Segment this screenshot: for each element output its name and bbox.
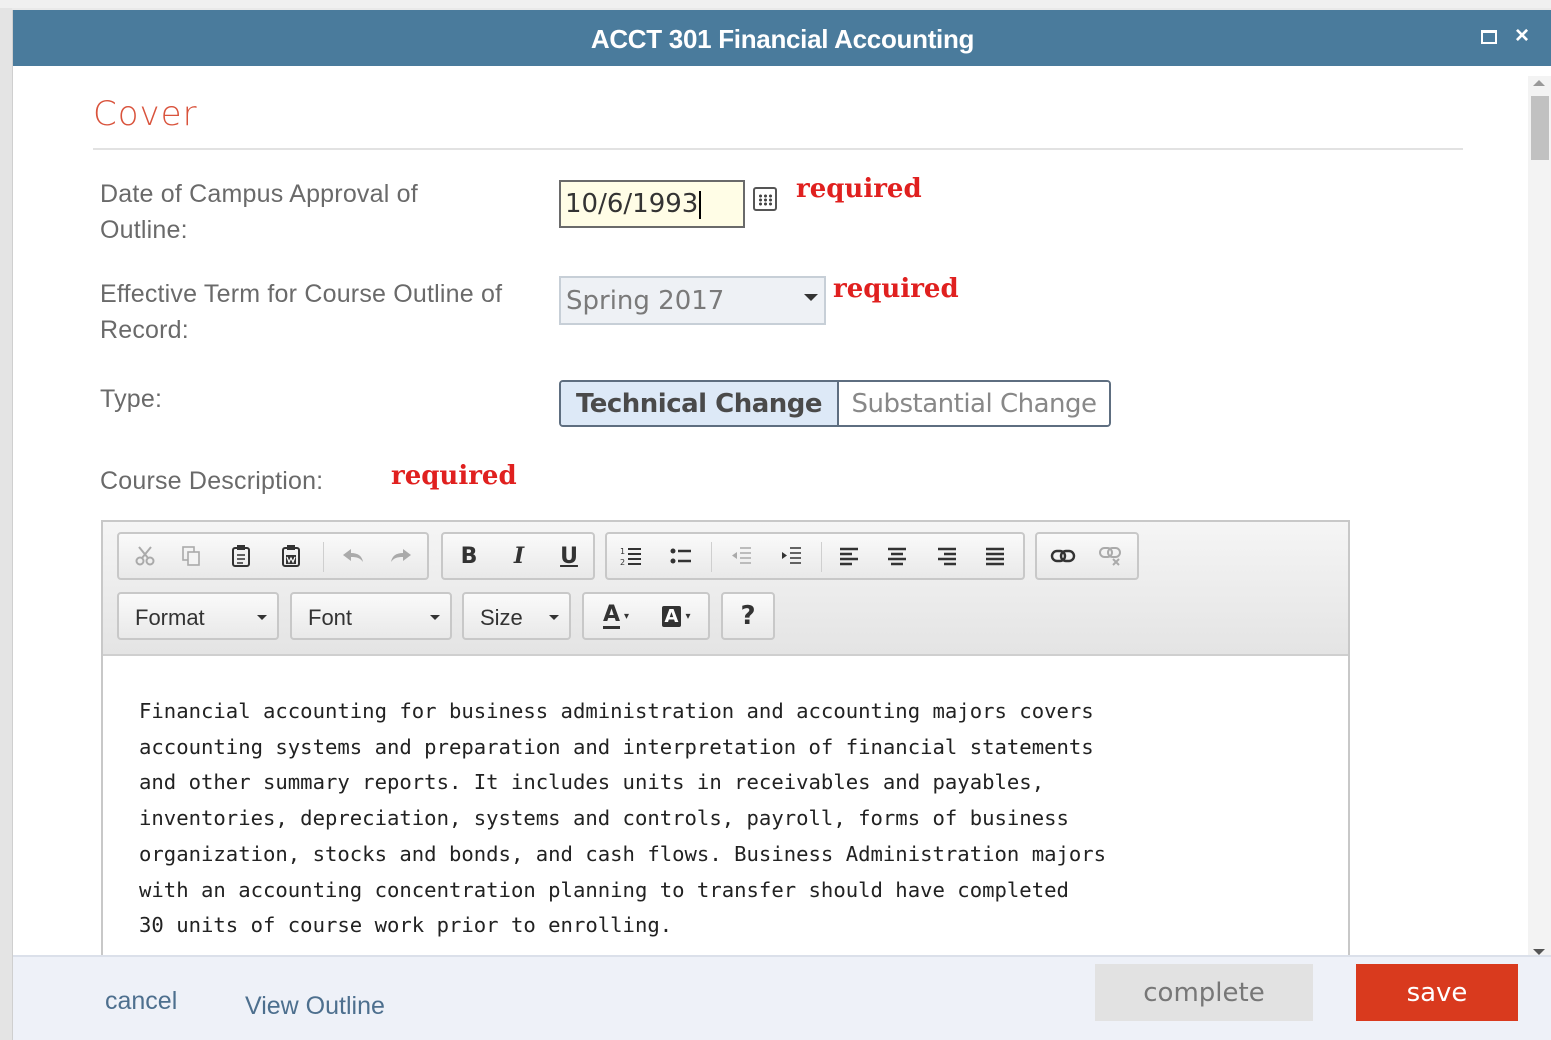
size-dropdown[interactable]: Size <box>462 592 571 640</box>
svg-text:1: 1 <box>620 547 625 556</box>
font-dropdown-label: Font <box>308 605 353 630</box>
align-right-icon[interactable] <box>927 538 967 574</box>
dialog-footer: cancel View Outline complete save <box>13 955 1551 1040</box>
paste-icon[interactable] <box>221 538 261 574</box>
approval-date-value: 10/6/1993 <box>565 189 699 219</box>
effective-term-label: Effective Term for Course Outline of Rec… <box>100 280 503 344</box>
rich-text-editor: B I U 12 Format Font Size A ▾ A ▾ ? Fina… <box>101 520 1350 960</box>
format-dropdown-label: Format <box>135 605 205 630</box>
scrollbar-thumb[interactable] <box>1531 96 1549 160</box>
copy-icon[interactable] <box>171 538 211 574</box>
underline-button[interactable]: U <box>549 538 589 574</box>
unlink-icon[interactable] <box>1091 538 1131 574</box>
course-description-label: Course Description: <box>100 467 324 495</box>
bold-button[interactable]: B <box>449 538 489 574</box>
font-dropdown[interactable]: Font <box>290 592 452 640</box>
course-description-text[interactable]: Financial accounting for business admini… <box>139 694 1289 944</box>
align-left-icon[interactable] <box>829 538 869 574</box>
italic-button[interactable]: I <box>499 538 539 574</box>
toolbar-separator <box>711 542 712 572</box>
help-group: ? <box>721 592 775 640</box>
redo-icon[interactable] <box>381 538 421 574</box>
help-button[interactable]: ? <box>728 598 768 634</box>
chevron-down-icon: ▾ <box>624 610 630 622</box>
text-color-glyph: A <box>602 601 620 629</box>
dialog-title: ACCT 301 Financial Accounting <box>590 24 975 54</box>
effective-term-value: Spring 2017 <box>566 286 725 316</box>
text-color-button[interactable]: A ▾ <box>590 598 642 634</box>
save-button[interactable]: save <box>1356 964 1518 1021</box>
cut-icon[interactable] <box>125 538 165 574</box>
scroll-up-icon[interactable] <box>1533 80 1545 86</box>
text-caret <box>699 190 702 219</box>
calendar-icon[interactable] <box>753 187 777 211</box>
color-group: A ▾ A ▾ <box>582 592 710 640</box>
approval-date-label: Date of Campus Approval of Outline: <box>100 180 418 244</box>
svg-text:2: 2 <box>620 558 625 567</box>
toolbar-separator <box>323 542 324 572</box>
type-toggle-group: Technical Change Substantial Change <box>559 380 1111 427</box>
links-group <box>1035 532 1139 580</box>
background-strip <box>0 0 1551 8</box>
decrease-indent-icon[interactable] <box>721 538 761 574</box>
close-icon[interactable]: × <box>1515 23 1529 49</box>
approval-date-required: required <box>796 174 922 204</box>
view-outline-link[interactable]: View Outline <box>245 992 385 1021</box>
clipboard-group <box>117 532 429 580</box>
format-dropdown[interactable]: Format <box>117 592 279 640</box>
course-outline-dialog: ACCT 301 Financial Accounting × Cover Da… <box>12 10 1551 1040</box>
numbered-list-icon[interactable]: 12 <box>611 538 651 574</box>
link-icon[interactable] <box>1043 538 1083 574</box>
background-color-button[interactable]: A ▾ <box>650 598 702 634</box>
editor-toolbar: B I U 12 Format Font Size A ▾ A ▾ ? <box>103 522 1348 656</box>
chevron-down-icon <box>804 294 818 301</box>
paste-from-word-icon[interactable] <box>271 538 311 574</box>
basic-styles-group: B I U <box>441 532 595 580</box>
background-edge <box>0 8 12 1040</box>
cancel-link[interactable]: cancel <box>105 987 177 1016</box>
dialog-scrollbar[interactable] <box>1528 76 1551 960</box>
chevron-down-icon <box>549 615 559 620</box>
toolbar-separator <box>821 542 822 572</box>
section-divider <box>93 148 1463 150</box>
align-justify-icon[interactable] <box>975 538 1015 574</box>
chevron-down-icon: ▾ <box>685 610 691 622</box>
type-technical-change-button[interactable]: Technical Change <box>561 382 839 425</box>
chevron-down-icon <box>430 615 440 620</box>
paragraph-group: 12 <box>605 532 1025 580</box>
maximize-icon[interactable] <box>1481 30 1497 44</box>
approval-date-input[interactable]: 10/6/1993 <box>559 180 745 228</box>
effective-term-required: required <box>833 274 959 304</box>
type-label: Type: <box>100 385 163 413</box>
size-dropdown-label: Size <box>480 605 523 630</box>
type-substantial-change-button[interactable]: Substantial Change <box>839 382 1109 425</box>
chevron-down-icon <box>257 615 267 620</box>
align-center-icon[interactable] <box>877 538 917 574</box>
undo-icon[interactable] <box>333 538 373 574</box>
dialog-titlebar: ACCT 301 Financial Accounting × <box>13 10 1551 66</box>
course-description-required: required <box>391 461 517 491</box>
bulleted-list-icon[interactable] <box>661 538 701 574</box>
section-title: Cover <box>93 94 198 134</box>
effective-term-select[interactable]: Spring 2017 <box>559 276 826 325</box>
background-color-glyph: A <box>661 605 682 627</box>
complete-button[interactable]: complete <box>1095 964 1313 1021</box>
increase-indent-icon[interactable] <box>771 538 811 574</box>
